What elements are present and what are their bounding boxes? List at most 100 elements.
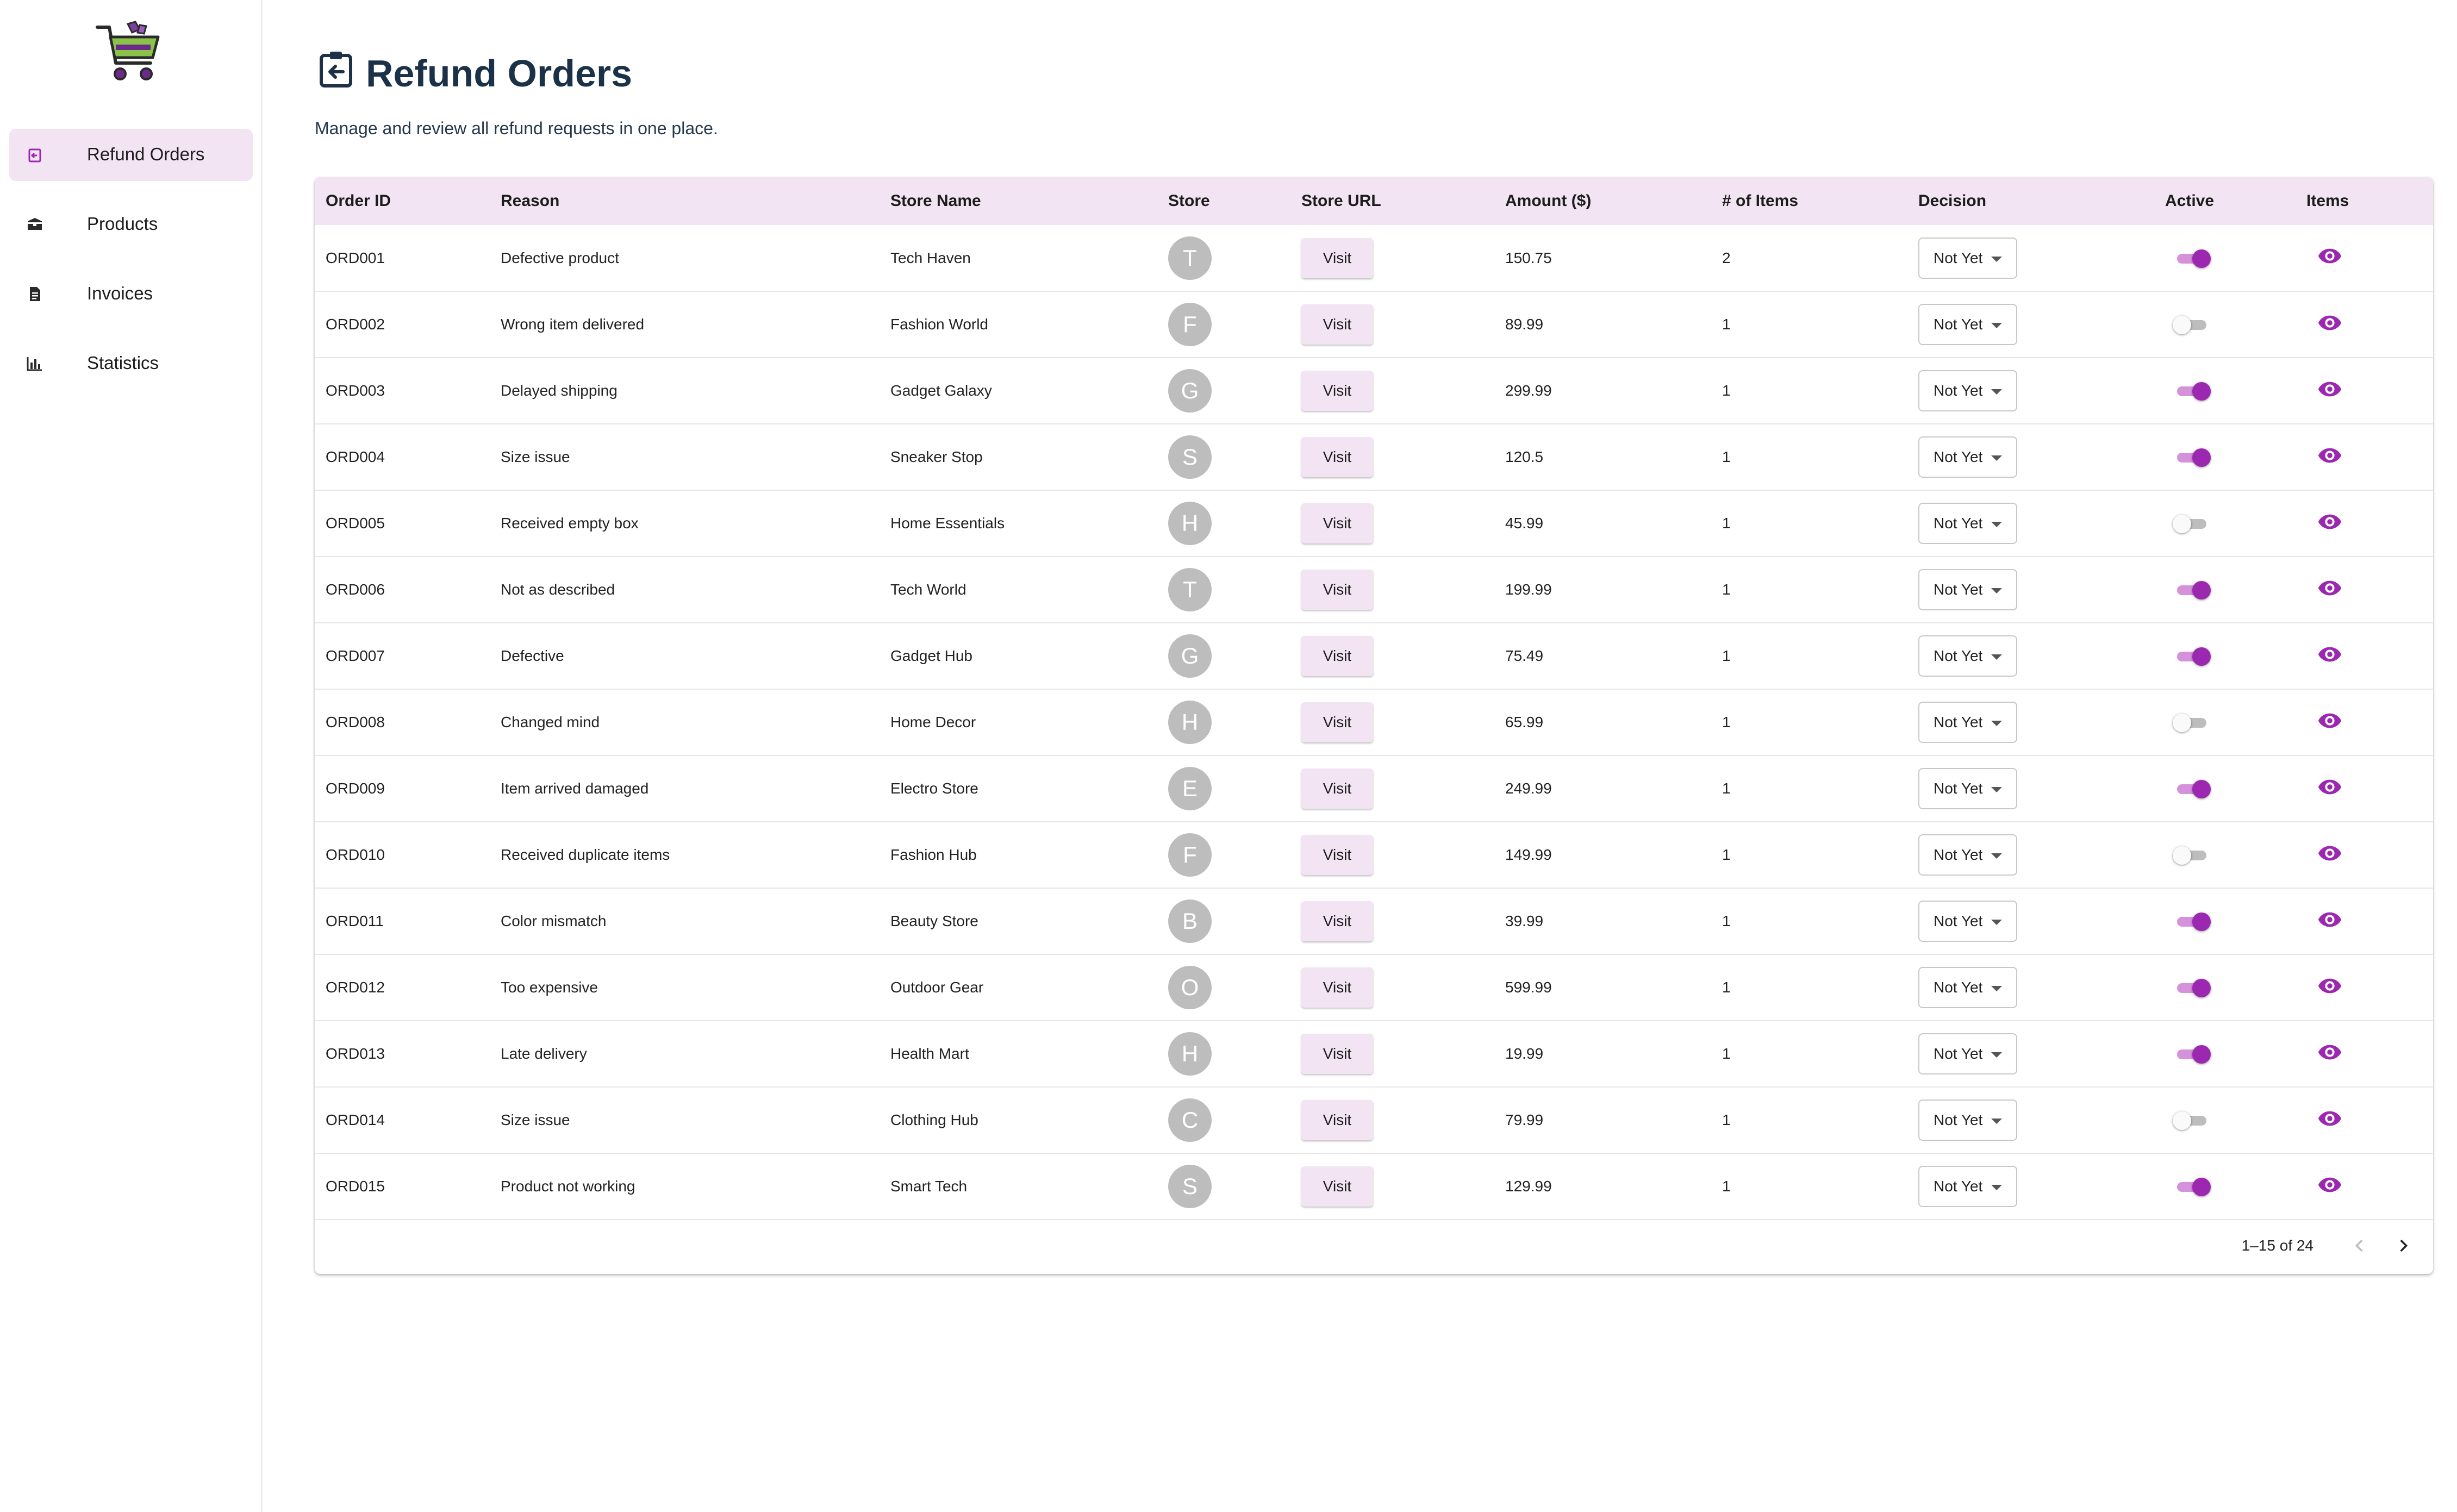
store-url-cell: Visit [1290, 424, 1494, 490]
active-toggle[interactable] [2173, 711, 2211, 733]
eye-icon[interactable] [2317, 576, 2342, 601]
visit-store-button[interactable]: Visit [1301, 1166, 1373, 1207]
active-toggle[interactable] [2173, 314, 2211, 335]
visit-store-button[interactable]: Visit [1301, 371, 1373, 411]
active-toggle[interactable] [2173, 380, 2211, 402]
column-header-order-id[interactable]: Order ID [315, 177, 490, 225]
active-toggle[interactable] [2173, 1176, 2211, 1197]
eye-icon[interactable] [2317, 642, 2342, 667]
visit-store-button[interactable]: Visit [1301, 503, 1373, 543]
decision-select[interactable]: Not Yet [1918, 834, 2017, 876]
visit-store-button[interactable]: Visit [1301, 967, 1373, 1008]
active-toggle[interactable] [2173, 844, 2211, 866]
decision-select[interactable]: Not Yet [1918, 503, 2017, 544]
visit-store-button[interactable]: Visit [1301, 636, 1373, 676]
store-cell: G [1157, 358, 1290, 424]
refund-icon [26, 146, 43, 164]
eye-icon[interactable] [2317, 243, 2342, 268]
eye-icon[interactable] [2317, 973, 2342, 998]
decision-select[interactable]: Not Yet [1918, 635, 2017, 677]
sidebar-item-statistics[interactable]: Statistics [9, 338, 253, 390]
store-name-cell: Beauty Store [890, 913, 978, 929]
decision-select[interactable]: Not Yet [1918, 370, 2017, 411]
eye-icon[interactable] [2317, 708, 2342, 733]
decision-select[interactable]: Not Yet [1918, 1099, 2017, 1141]
active-toggle[interactable] [2173, 579, 2211, 601]
eye-icon[interactable] [2317, 310, 2342, 335]
column-header-items[interactable]: Items [2296, 177, 2433, 225]
store-avatar: H [1168, 701, 1212, 744]
previous-page-button[interactable] [2346, 1232, 2373, 1259]
decision-select[interactable]: Not Yet [1918, 702, 2017, 743]
visit-store-button[interactable]: Visit [1301, 570, 1373, 610]
next-page-button[interactable] [2390, 1232, 2417, 1259]
active-toggle[interactable] [2173, 977, 2211, 998]
column-header-decision[interactable]: Decision [1907, 177, 2154, 225]
active-cell [2154, 291, 2296, 358]
items-cell [2296, 225, 2433, 291]
decision-cell: Not Yet [1907, 225, 2154, 291]
amount-cell: 199.99 [1505, 581, 1552, 598]
eye-icon[interactable] [2317, 907, 2342, 932]
active-toggle[interactable] [2173, 1109, 2211, 1131]
decision-select[interactable]: Not Yet [1918, 967, 2017, 1008]
visit-store-button[interactable]: Visit [1301, 835, 1373, 875]
decision-select[interactable]: Not Yet [1918, 1033, 2017, 1074]
column-header-active[interactable]: Active [2154, 177, 2296, 225]
visit-store-button[interactable]: Visit [1301, 1034, 1373, 1074]
store-avatar: S [1168, 1165, 1212, 1208]
eye-icon[interactable] [2317, 1106, 2342, 1131]
toggle-thumb [2192, 581, 2211, 599]
active-toggle[interactable] [2173, 1043, 2211, 1065]
decision-cell: Not Yet [1907, 623, 2154, 689]
visit-store-button[interactable]: Visit [1301, 702, 1373, 742]
decision-select[interactable]: Not Yet [1918, 569, 2017, 610]
eye-icon[interactable] [2317, 509, 2342, 534]
decision-select[interactable]: Not Yet [1918, 1166, 2017, 1207]
visit-store-button[interactable]: Visit [1301, 437, 1373, 477]
store-name-cell: Gadget Hub [890, 647, 972, 664]
decision-cell: Not Yet [1907, 358, 2154, 424]
sidebar-item-invoices[interactable]: Invoices [9, 268, 253, 320]
visit-store-button[interactable]: Visit [1301, 238, 1373, 278]
sidebar-item-products[interactable]: Products [9, 198, 253, 251]
caret-down-icon [1991, 986, 2002, 991]
table-row: ORD012 Too expensive Outdoor Gear O Visit 599… [315, 954, 2433, 1021]
column-header-store-url[interactable]: Store URL [1290, 177, 1494, 225]
visit-store-button[interactable]: Visit [1301, 304, 1373, 345]
store-avatar: B [1168, 899, 1212, 943]
store-cell: S [1157, 1153, 1290, 1220]
sidebar-item-refund-orders[interactable]: Refund Orders [9, 129, 253, 181]
column-header-amount[interactable]: Amount ($) [1494, 177, 1711, 225]
eye-icon[interactable] [2317, 841, 2342, 866]
decision-select[interactable]: Not Yet [1918, 768, 2017, 809]
eye-icon[interactable] [2317, 1172, 2342, 1197]
column-header-item-count[interactable]: # of Items [1711, 177, 1907, 225]
decision-select[interactable]: Not Yet [1918, 237, 2017, 279]
active-toggle[interactable] [2173, 910, 2211, 932]
active-toggle[interactable] [2173, 247, 2211, 269]
reason-cell: Wrong item delivered [501, 316, 645, 333]
store-name-cell: Outdoor Gear [890, 979, 984, 996]
item-count-cell: 1 [1722, 1045, 1731, 1062]
order-id-cell: ORD006 [326, 581, 385, 598]
active-toggle[interactable] [2173, 645, 2211, 667]
eye-icon[interactable] [2317, 443, 2342, 468]
decision-cell: Not Yet [1907, 689, 2154, 755]
decision-select[interactable]: Not Yet [1918, 901, 2017, 942]
column-header-store[interactable]: Store [1157, 177, 1290, 225]
eye-icon[interactable] [2317, 1040, 2342, 1065]
column-header-reason[interactable]: Reason [490, 177, 880, 225]
active-toggle[interactable] [2173, 446, 2211, 468]
column-header-store-name[interactable]: Store Name [880, 177, 1157, 225]
decision-select[interactable]: Not Yet [1918, 304, 2017, 345]
visit-store-button[interactable]: Visit [1301, 1100, 1373, 1140]
active-toggle[interactable] [2173, 778, 2211, 799]
eye-icon[interactable] [2317, 377, 2342, 402]
eye-icon[interactable] [2317, 774, 2342, 799]
decision-select[interactable]: Not Yet [1918, 436, 2017, 478]
active-toggle[interactable] [2173, 513, 2211, 534]
visit-store-button[interactable]: Visit [1301, 769, 1373, 809]
pagination-range: 1–15 of 24 [2241, 1237, 2313, 1254]
visit-store-button[interactable]: Visit [1301, 901, 1373, 941]
